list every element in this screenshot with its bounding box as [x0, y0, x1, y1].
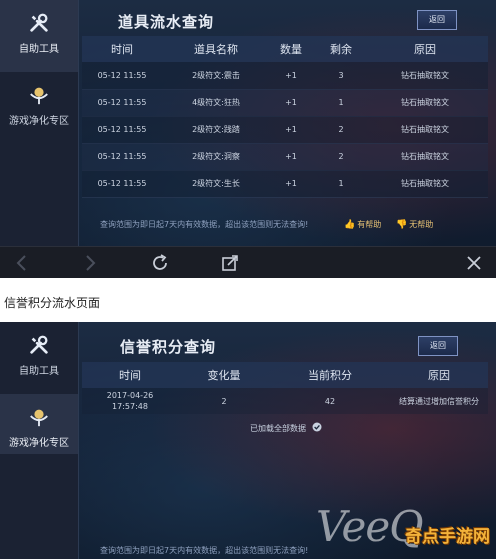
- query-range-note: 查询范围为即日起7天内有效数据，超出该范围则无法查询!: [100, 220, 309, 229]
- cell-reason: 钻石抽取铭文: [401, 179, 449, 188]
- cell-quantity: +1: [285, 98, 297, 107]
- helpful-button[interactable]: 👍 有帮助: [344, 219, 381, 230]
- cell-time: 05-12 11:55: [97, 152, 147, 161]
- cell-item-name: 2级符文:生长: [192, 179, 240, 188]
- refresh-icon[interactable]: [150, 253, 170, 273]
- forward-arrow-icon[interactable]: [80, 253, 100, 273]
- sidebar-item-label: 自助工具: [19, 44, 59, 55]
- sidebar-item-label: 游戏净化专区: [9, 116, 69, 127]
- check-circle-icon: [312, 422, 322, 432]
- cell-reason: 钻石抽取铭文: [401, 152, 449, 161]
- helpful-label: 有帮助: [357, 220, 382, 229]
- table-row: 2017-04-26 17:57:48 2 42 结算通过增加信誉积分: [82, 388, 488, 414]
- cell-item-name: 2级符文:践踏: [192, 125, 240, 134]
- table-row: 05-12 11:55 2级符文:洞察 +1 2 钻石抽取铭文: [82, 143, 488, 171]
- cell-reason: 钻石抽取铭文: [401, 125, 449, 134]
- loaded-text: 已加载全部数据: [250, 424, 306, 433]
- cell-item-name: 4级符文:狂热: [192, 98, 240, 107]
- table-header: 时间 变化量 当前积分 原因: [82, 362, 488, 388]
- table-row: 05-12 11:55 2级符文:震击 +1 3 钻石抽取铭文: [82, 62, 488, 90]
- cell-remaining: 2: [338, 125, 344, 134]
- cell-quantity: +1: [285, 71, 297, 80]
- share-icon[interactable]: [220, 253, 240, 273]
- column-header-item-name: 道具名称: [194, 43, 238, 56]
- table-row: 05-12 11:55 4级符文:狂热 +1 1 钻石抽取铭文: [82, 89, 488, 117]
- cell-reason: 结算通过增加信誉积分: [399, 396, 479, 406]
- browser-toolbar: [0, 246, 496, 278]
- cleanup-icon: [30, 87, 48, 105]
- cell-item-name: 2级符文:洞察: [192, 152, 240, 161]
- cell-time: 05-12 11:55: [97, 71, 147, 80]
- cell-time: 05-12 11:55: [97, 179, 147, 188]
- cell-remaining: 2: [338, 152, 344, 161]
- watermark-site: 奇点手游网: [405, 527, 490, 547]
- cell-date: 2017-04-26: [106, 391, 154, 400]
- thumbs-up-icon: 👍: [344, 220, 356, 230]
- unhelpful-button[interactable]: 👎 无帮助: [396, 219, 433, 230]
- sidebar-item-self-service-tools[interactable]: 自助工具: [0, 322, 78, 394]
- column-header-time: 时间: [111, 43, 133, 56]
- tools-icon: [30, 335, 48, 354]
- sidebar-item-self-service-tools[interactable]: 自助工具: [0, 0, 78, 72]
- cell-quantity: +1: [285, 125, 297, 134]
- back-button[interactable]: 返回: [417, 10, 457, 30]
- table-row: 05-12 11:55 2级符文:践踏 +1 2 钻石抽取铭文: [82, 116, 488, 144]
- column-header-reason: 原因: [428, 369, 450, 382]
- all-data-loaded-indicator: 已加载全部数据: [250, 422, 322, 434]
- cell-quantity: +1: [285, 152, 297, 161]
- column-header-time: 时间: [119, 369, 141, 382]
- sidebar: 自助工具 游戏净化专区: [0, 0, 79, 278]
- column-header-remaining: 剩余: [330, 43, 352, 56]
- cell-clock: 17:57:48: [112, 402, 148, 411]
- cell-time: 2017-04-26 17:57:48: [82, 390, 178, 412]
- sidebar-item-label: 自助工具: [19, 366, 59, 377]
- unhelpful-label: 无帮助: [409, 220, 434, 229]
- page-title: 信誉积分查询: [120, 338, 217, 356]
- cell-reason: 钻石抽取铭文: [401, 71, 449, 80]
- cell-remaining: 3: [338, 71, 344, 80]
- cell-change: 2: [221, 396, 227, 406]
- cell-current-score: 42: [324, 396, 336, 406]
- cell-reason: 钻石抽取铭文: [401, 98, 449, 107]
- close-icon[interactable]: [464, 253, 484, 273]
- cell-time: 05-12 11:55: [97, 125, 147, 134]
- cell-item-name: 2级符文:震击: [192, 71, 240, 80]
- sidebar: 自助工具 游戏净化专区: [0, 322, 79, 559]
- column-header-current-score: 当前积分: [308, 369, 352, 382]
- back-button[interactable]: 返回: [418, 336, 458, 356]
- sidebar-item-label: 游戏净化专区: [9, 438, 69, 449]
- cell-quantity: +1: [285, 179, 297, 188]
- back-arrow-icon[interactable]: [12, 253, 32, 273]
- cell-remaining: 1: [338, 98, 344, 107]
- column-header-reason: 原因: [414, 43, 436, 56]
- table-row: 05-12 11:55 2级符文:生长 +1 1 钻石抽取铭文: [82, 170, 488, 198]
- sidebar-item-game-cleanup[interactable]: 游戏净化专区: [0, 72, 78, 144]
- tools-icon: [30, 13, 48, 32]
- sidebar-item-game-cleanup[interactable]: 游戏净化专区: [0, 394, 78, 454]
- column-header-quantity: 数量: [280, 43, 302, 56]
- table-header: 时间 道具名称 数量 剩余 原因: [82, 36, 488, 62]
- cell-remaining: 1: [338, 179, 344, 188]
- credit-score-screen: 自助工具 游戏净化专区 信誉积分查询 返回 时间 变化量 当前积分 原因 201…: [0, 322, 496, 559]
- cleanup-icon: [30, 409, 48, 427]
- column-header-change: 变化量: [207, 369, 241, 382]
- section-caption: 信誉积分流水页面: [4, 296, 101, 310]
- cell-time: 05-12 11:55: [97, 98, 147, 107]
- thumbs-down-icon: 👎: [396, 220, 408, 230]
- page-title: 道具流水查询: [118, 13, 215, 31]
- query-range-note: 查询范围为即日起7天内有效数据，超出该范围则无法查询!: [100, 546, 309, 555]
- item-flow-screen: 自助工具 游戏净化专区 道具流水查询 返回 时间 道具名称 数量 剩余 原因 0…: [0, 0, 496, 278]
